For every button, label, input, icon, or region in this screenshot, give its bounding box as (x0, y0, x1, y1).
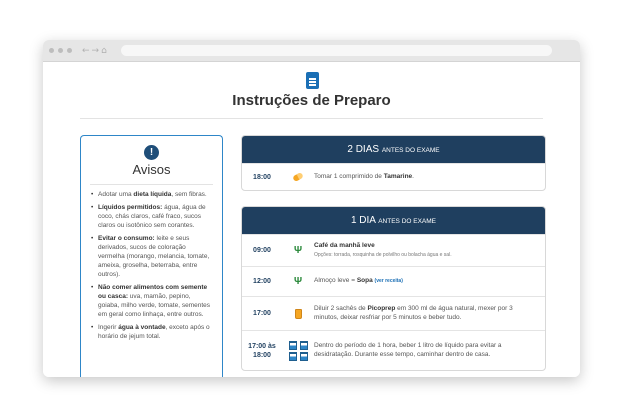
fork-knife-glyph: Ψ (293, 276, 303, 287)
day-sublabel: ANTES DO EXAME (378, 218, 437, 225)
avisos-title: Avisos (132, 162, 171, 177)
water-cup-icon (288, 340, 297, 350)
row-bold: Sopa (356, 277, 373, 285)
nav-arrows-icon[interactable]: ←→⌂ (82, 46, 109, 56)
day-label: 1 DIA (350, 215, 376, 226)
aviso-text: Ingerir (98, 324, 119, 331)
row-text: Diluir 2 sachês de (314, 305, 368, 312)
aviso-item: Ingerir água à vontade, exceto após o ho… (91, 323, 213, 341)
row-description: Diluir 2 sachês de Picoprep em 300 ml de… (314, 305, 545, 322)
row-description: Café da manhã leve Opções: torrada, rosqu… (314, 242, 545, 259)
aviso-text: , sem fibras. (171, 191, 207, 198)
document-icon (306, 72, 319, 89)
schedule-row: 12:00 Ψ Almoço leve = Sopa (ver receita) (242, 266, 545, 296)
schedule-row: 17:00 Diluir 2 sachês de Picoprep em 300 … (242, 296, 545, 330)
fork-knife-glyph: Ψ (293, 245, 303, 256)
row-time: 18:00 (253, 173, 271, 181)
aviso-item: Evitar o consumo: leite e seus derivados… (91, 234, 213, 279)
pill-icon (282, 171, 314, 183)
schedule-row: 17:00 às 18:00 Dentro do período de 1 hor… (242, 330, 545, 370)
row-text: . (412, 172, 414, 180)
row-time: 12:00 (253, 278, 271, 285)
avisos-list: Adotar uma dieta líquida, sem fibras. Líq… (81, 190, 222, 341)
aviso-bold: Evitar o consumo: (98, 235, 155, 242)
page-content: Instruções de Preparo ! Avisos Adotar um… (43, 62, 580, 377)
cutlery-icon: Ψ (282, 245, 314, 256)
row-description: Tomar 1 comprimido de Tamarine. (314, 173, 545, 182)
aviso-bold: Líquidos permitidos: (98, 204, 163, 211)
day-card: 1 DIA ANTES DO EXAME 09:00 Ψ Café da manhã … (241, 206, 546, 371)
page-title: Instruções de Preparo (232, 92, 391, 109)
aviso-item: Não comer alimentos com semente ou casca… (91, 283, 213, 319)
window-dot-icon[interactable] (49, 48, 54, 53)
avisos-divider (90, 184, 213, 185)
aviso-item: Adotar uma dieta líquida, sem fibras. (91, 190, 213, 199)
row-subtext: Opções: torrada, rosquinha de polvilho o… (314, 251, 452, 258)
water-cup-icon (299, 351, 308, 361)
water-cups-icon (282, 340, 314, 361)
row-bold: Tamarine (383, 172, 413, 180)
water-cup-icon (299, 340, 308, 350)
recipe-link[interactable]: (ver receita) (375, 278, 403, 284)
cups-grid (288, 340, 308, 361)
schedule-row: 09:00 Ψ Café da manhã leve Opções: torrada,… (242, 234, 545, 266)
schedule-row: 18:00 Tomar 1 comprimido de Tamarine. (242, 163, 545, 190)
cutlery-icon: Ψ (282, 276, 314, 287)
day-header: 2 DIAS ANTES DO EXAME (242, 136, 545, 163)
day-label: 2 DIAS (347, 144, 380, 155)
jar-icon (282, 308, 314, 319)
row-time: 17:00 às 18:00 (248, 342, 276, 359)
row-time: 17:00 (253, 310, 271, 317)
title-divider (80, 118, 543, 119)
aviso-bold: água à vontade (118, 324, 166, 331)
window-dot-icon[interactable] (58, 48, 63, 53)
avisos-panel: ! Avisos Adotar uma dieta líquida, sem f… (80, 135, 223, 377)
row-description: Almoço leve = Sopa (ver receita) (314, 277, 545, 286)
aviso-text: Adotar uma (98, 191, 134, 198)
row-text: Dentro do período de 1 hora, beber 1 lit… (314, 342, 502, 358)
exclamation-icon: ! (144, 145, 159, 160)
window-dot-icon[interactable] (67, 48, 72, 53)
day-card: 2 DIAS ANTES DO EXAME 18:00 Tomar 1 compri… (241, 135, 546, 191)
water-cup-icon (288, 351, 297, 361)
aviso-bold: dieta líquida (133, 191, 172, 198)
browser-toolbar: ←→⌂ (43, 40, 580, 62)
row-bold: Picoprep (367, 305, 396, 312)
row-text: Tomar 1 comprimido de (314, 172, 384, 180)
browser-window: ←→⌂ Instruções de Preparo ! Avisos Adota… (43, 40, 580, 377)
aviso-item: Líquidos permitidos: água, água de coco,… (91, 203, 213, 230)
row-time: 09:00 (253, 247, 271, 254)
pill-shape (292, 171, 304, 183)
row-description: Dentro do período de 1 hora, beber 1 lit… (314, 342, 545, 359)
day-sublabel: ANTES DO EXAME (381, 147, 440, 154)
row-bold: Café da manhã leve (314, 242, 375, 249)
row-text: Almoço leve = (314, 277, 357, 285)
day-header: 1 DIA ANTES DO EXAME (242, 207, 545, 234)
jar-shape (294, 308, 302, 319)
address-bar[interactable] (120, 45, 552, 56)
